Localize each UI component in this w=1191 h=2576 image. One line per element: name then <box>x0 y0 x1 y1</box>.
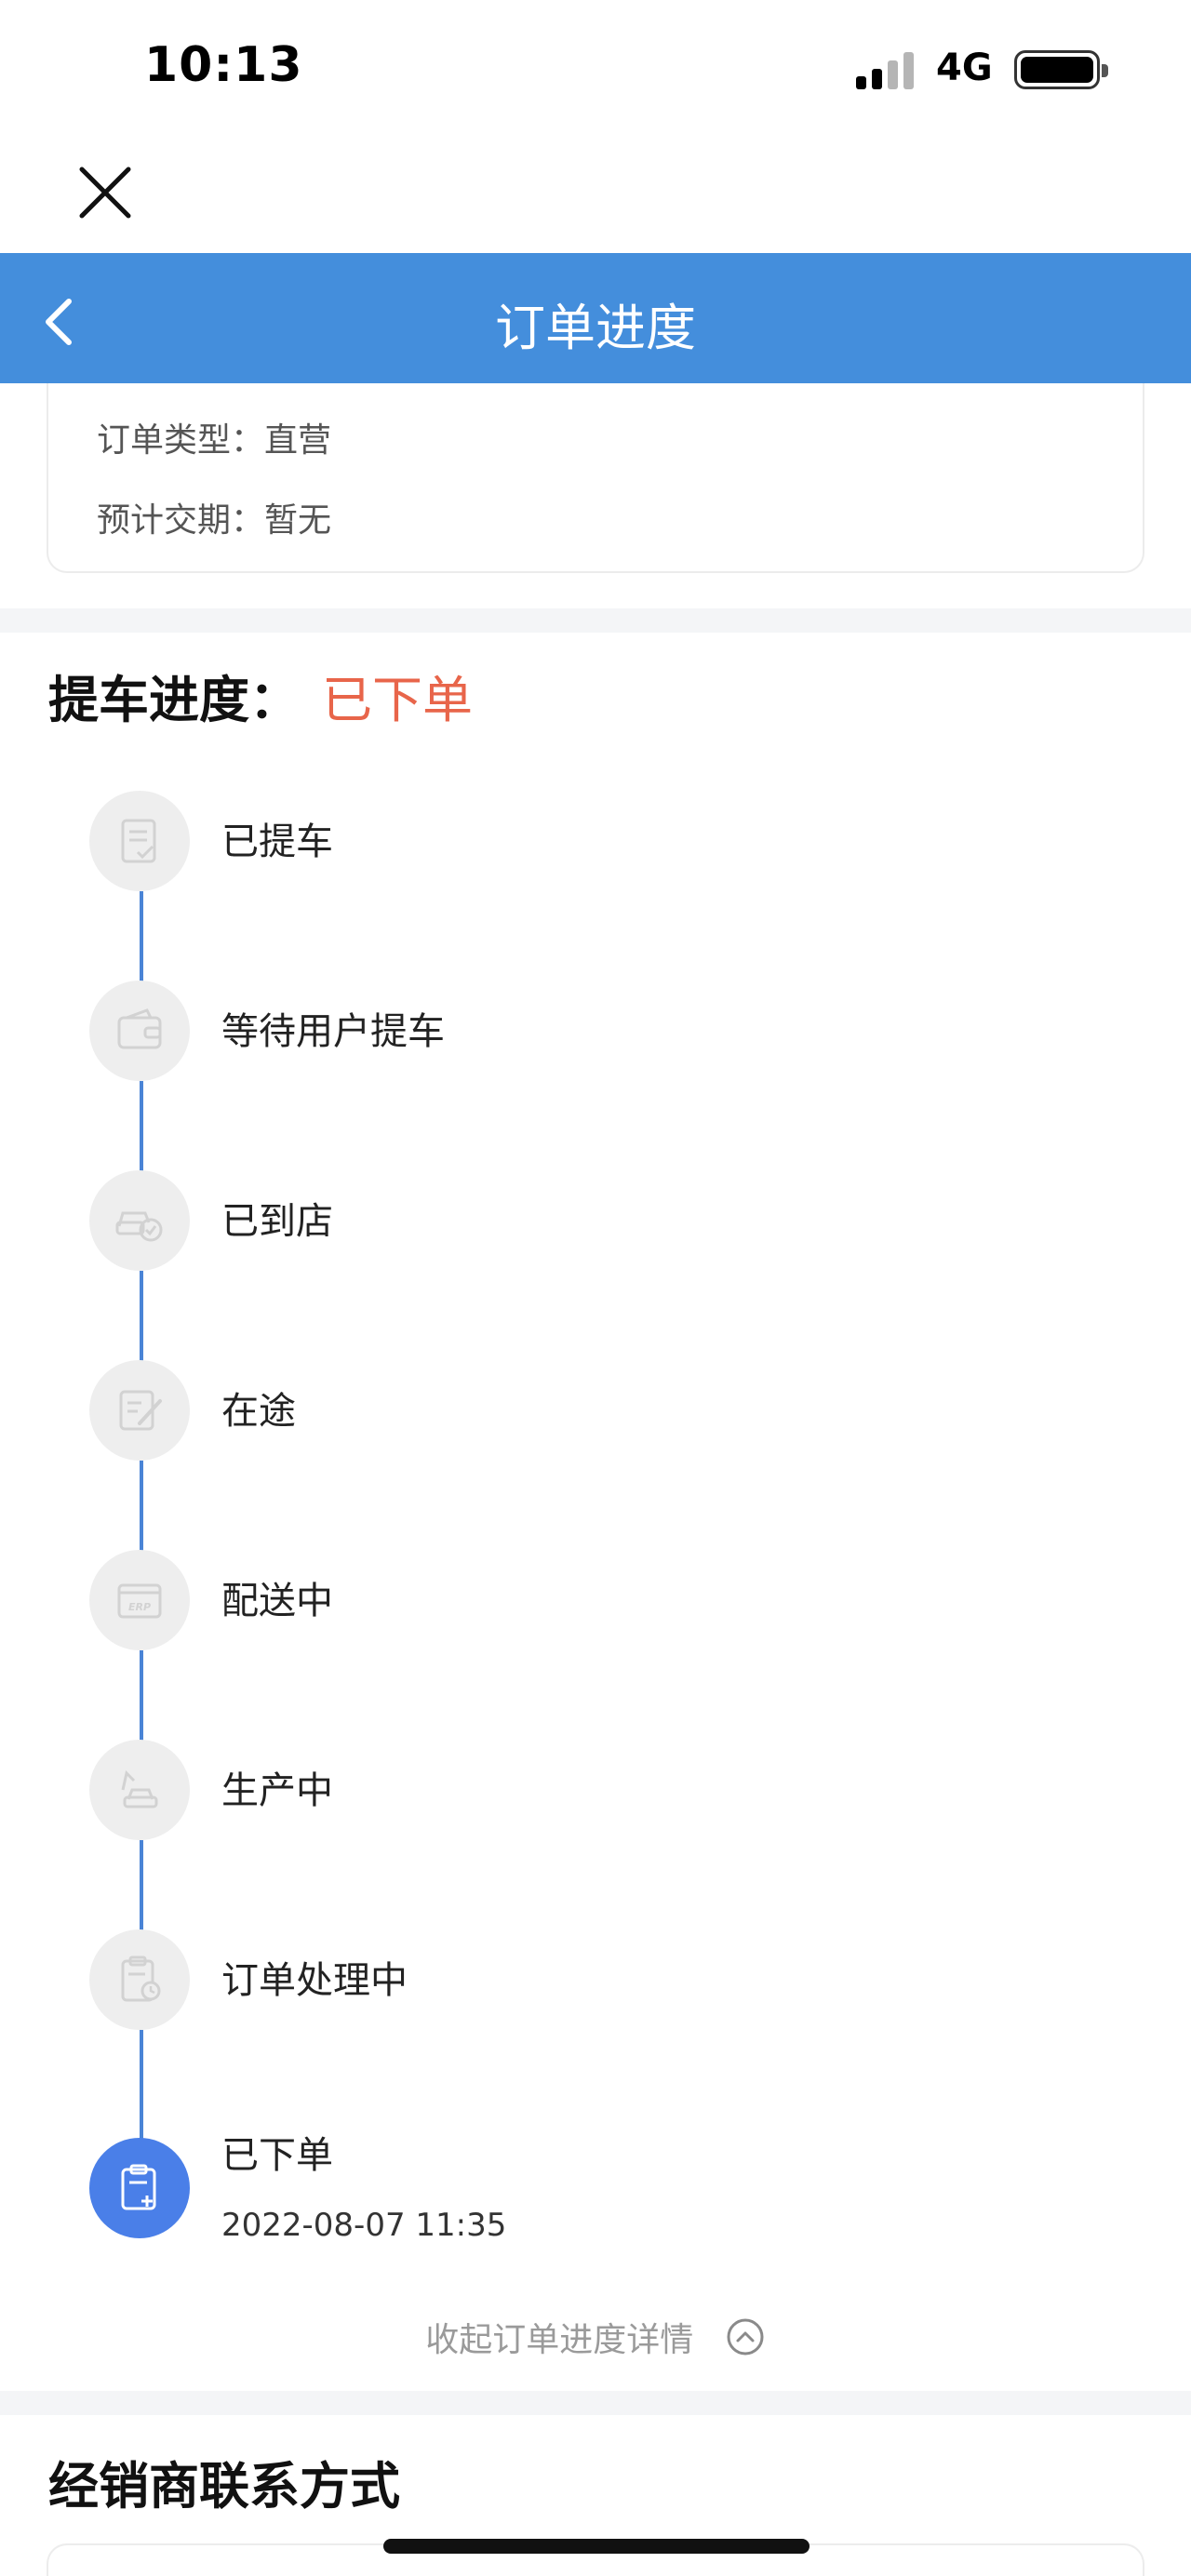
page-title: 订单进度 <box>495 299 696 357</box>
timeline-step-label: 配送中 <box>221 1580 333 1622</box>
order-type-label: 订单类型： <box>97 421 265 460</box>
delivery-date-label: 预计交期： <box>97 501 265 540</box>
timeline-step-time: 2022-08-07 11:35 <box>221 2207 507 2244</box>
timeline-step-awaiting-pickup: 等待用户提车 <box>89 981 1113 1083</box>
edit-document-icon <box>89 1360 190 1461</box>
timeline-step-in-transit: 在途 <box>89 1360 1113 1462</box>
progress-current-status: 已下单 <box>322 671 473 729</box>
collapse-progress-label: 收起订单进度详情 <box>425 2321 694 2359</box>
checklist-icon <box>89 791 190 891</box>
timeline-step-label: 已下单 <box>221 2134 333 2177</box>
timeline-step-label: 已到店 <box>221 1200 333 1243</box>
svg-text:ERP: ERP <box>128 1601 151 1613</box>
dealer-contact-title: 经销商联系方式 <box>48 2457 400 2516</box>
timeline-step-processing: 订单处理中 <box>89 1929 1113 2032</box>
timeline-step-delivering: ERP 配送中 <box>89 1550 1113 1652</box>
timeline-connector <box>140 1840 143 1933</box>
timeline-step-producing: 生产中 <box>89 1740 1113 1842</box>
timeline-connector <box>140 1271 143 1364</box>
status-bar: 10:13 4G <box>0 0 1191 140</box>
clipboard-plus-icon <box>89 2138 190 2238</box>
robot-arm-car-icon <box>89 1740 190 1840</box>
delivery-date-row: 预计交期：暂无 <box>97 493 331 541</box>
timeline-step-arrived-store: 已到店 <box>89 1170 1113 1273</box>
timeline-step-label: 已提车 <box>221 821 333 863</box>
navigation-bar: 订单进度 <box>0 253 1191 383</box>
timeline-connector <box>140 2030 143 2142</box>
section-divider <box>0 608 1191 633</box>
timeline-step-picked-up: 已提车 <box>89 791 1113 893</box>
progress-title: 提车进度： <box>48 671 300 729</box>
timeline-connector <box>140 1081 143 1174</box>
status-time: 10:13 <box>144 37 303 93</box>
timeline-step-label: 等待用户提车 <box>221 1010 445 1053</box>
order-info-card: 订单类型：直营 预计交期：暂无 <box>47 383 1144 573</box>
close-button[interactable] <box>73 160 138 225</box>
wallet-icon <box>89 981 190 1081</box>
timeline-step-ordered: 已下单 2022-08-07 11:35 <box>89 2134 1113 2287</box>
home-indicator[interactable] <box>383 2539 810 2554</box>
timeline-step-label: 在途 <box>221 1390 296 1433</box>
timeline-step-label: 生产中 <box>221 1769 333 1812</box>
timeline-connector <box>140 1461 143 1554</box>
network-type: 4G <box>936 47 993 89</box>
signal-strength-icon <box>856 50 921 89</box>
timeline-step-label: 订单处理中 <box>221 1959 408 2002</box>
close-icon <box>79 167 131 219</box>
clipboard-clock-icon <box>89 1929 190 2030</box>
chevron-up-circle-icon <box>727 2318 764 2356</box>
timeline-connector <box>140 1650 143 1743</box>
timeline-connector <box>140 891 143 984</box>
order-type-row: 订单类型：直营 <box>97 413 331 461</box>
section-divider <box>0 2391 1191 2415</box>
erp-box-icon: ERP <box>89 1550 190 1650</box>
collapse-progress-button[interactable]: 收起订单进度详情 <box>0 2313 1191 2361</box>
order-type-value: 直营 <box>264 421 332 460</box>
battery-full-icon <box>1014 50 1108 89</box>
car-check-icon <box>89 1170 190 1271</box>
delivery-date-value: 暂无 <box>264 501 332 540</box>
